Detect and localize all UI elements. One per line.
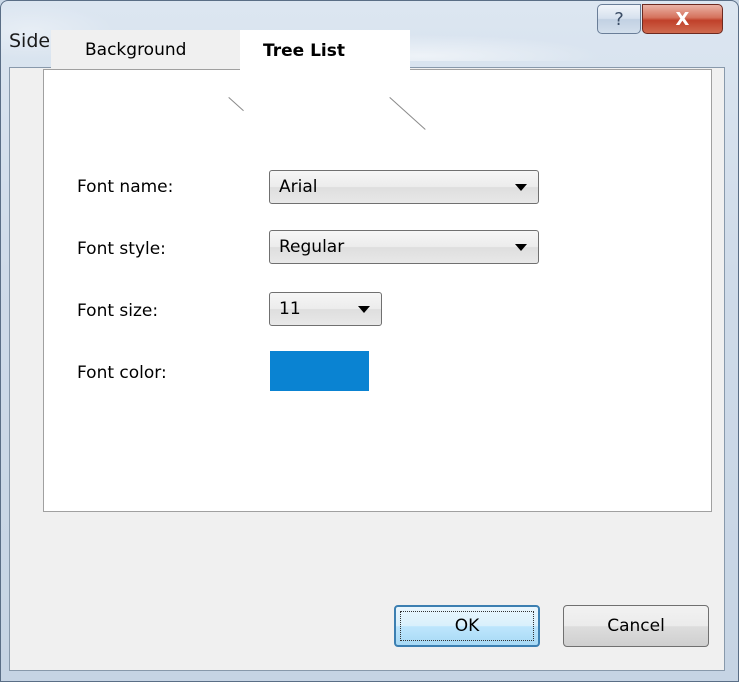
focus-rectangle: [400, 611, 534, 641]
font-style-label: Font style:: [77, 239, 166, 259]
tab-background-label: Background: [85, 40, 187, 60]
font-name-label: Font name:: [77, 177, 174, 197]
ok-button[interactable]: OK: [394, 605, 540, 647]
tab-tree-list-label: Tree List: [263, 40, 345, 61]
font-color-label: Font color:: [77, 363, 167, 383]
tab-background[interactable]: Background: [51, 30, 247, 70]
font-size-dropdown[interactable]: 11: [269, 292, 382, 326]
tab-tree-list[interactable]: Tree List: [240, 30, 410, 70]
font-color-swatch[interactable]: [270, 351, 369, 391]
chevron-down-icon: [515, 184, 527, 191]
font-size-value: 11: [279, 299, 301, 319]
close-icon: X: [675, 8, 690, 30]
font-size-label: Font size:: [77, 301, 159, 321]
font-name-dropdown[interactable]: Arial: [269, 170, 539, 204]
help-icon: ?: [614, 8, 624, 30]
help-button[interactable]: ?: [597, 4, 641, 34]
font-name-value: Arial: [279, 177, 318, 197]
chevron-down-icon: [515, 244, 527, 251]
font-style-value: Regular: [279, 237, 345, 257]
cancel-button[interactable]: Cancel: [563, 605, 709, 647]
close-button[interactable]: X: [642, 4, 723, 34]
cancel-button-label: Cancel: [607, 616, 665, 636]
tab-panel-tree-list: [43, 69, 712, 512]
chevron-down-icon: [358, 306, 370, 313]
font-style-dropdown[interactable]: Regular: [269, 230, 539, 264]
